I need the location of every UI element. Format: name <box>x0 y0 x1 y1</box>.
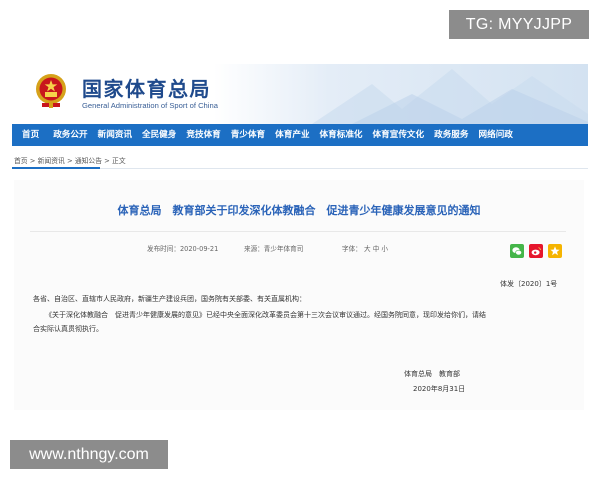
title-divider <box>30 231 566 232</box>
nav-item-sports-culture[interactable]: 体育宣传文化 <box>368 124 430 146</box>
recipients-line: 各省、自治区、直辖市人民政府，新疆生产建设兵团，国务院有关部委、有关直属机构： <box>33 295 306 303</box>
national-emblem-icon[interactable] <box>34 72 68 110</box>
banner-decoration <box>312 69 588 124</box>
breadcrumb[interactable]: 首页 > 新闻资讯 > 通知公告 > 正文 <box>14 155 126 165</box>
nav-item-competitive-sports[interactable]: 竞技体育 <box>181 124 225 146</box>
nav-item-sports-standardization[interactable]: 体育标准化 <box>315 124 368 146</box>
body-line-2: 合实际认真贯彻执行。 <box>33 325 103 333</box>
site-banner: 国家体育总局 General Administration of Sport o… <box>12 64 588 124</box>
watermark-bottom: www.nthngy.com <box>10 440 168 469</box>
wechat-icon[interactable] <box>510 244 524 258</box>
site-title[interactable]: 国家体育总局 <box>82 73 211 102</box>
nav-item-government-affairs[interactable]: 政务公开 <box>48 124 92 146</box>
nav-item-government-services[interactable]: 政务服务 <box>429 124 473 146</box>
watermark-top: TG: MYYJJPP <box>449 10 589 39</box>
main-nav: 首页 政务公开 新闻资讯 全民健身 竞技体育 青少体育 体育产业 体育标准化 体… <box>12 124 588 146</box>
article-title: 体育总局 教育部关于印发深化体教融合 促进青少年健康发展意见的通知 <box>117 204 481 217</box>
page: TG: MYYJJPP 国家体育总局 General Administratio… <box>0 0 600 480</box>
signature: 体育总局 教育部 <box>404 370 460 378</box>
breadcrumb-accent <box>12 167 100 169</box>
nav-item-national-fitness[interactable]: 全民健身 <box>137 124 181 146</box>
article-source: 来源：青少年体育司 <box>244 245 304 253</box>
nav-item-news[interactable]: 新闻资讯 <box>93 124 137 146</box>
nav-item-sports-industry[interactable]: 体育产业 <box>270 124 314 146</box>
nav-item-home[interactable]: 首页 <box>12 124 48 146</box>
site-subtitle: General Administration of Sport of China <box>82 101 218 110</box>
document-number: 体发〔2020〕1号 <box>500 280 558 288</box>
font-size-label: 字体： <box>342 245 362 253</box>
body-line-1: 《关于深化体教融合 促进青少年健康发展的意见》已经中央全面深化改革委员会第十三次… <box>45 311 486 319</box>
weibo-icon[interactable] <box>529 244 543 258</box>
nav-item-youth-sports[interactable]: 青少体育 <box>226 124 270 146</box>
font-size-options[interactable]: 大 中 小 <box>364 243 388 253</box>
nav-item-online-inquiry[interactable]: 网络问政 <box>474 124 518 146</box>
qzone-icon[interactable] <box>548 244 562 258</box>
publish-time: 发布时间：2020-09-21 <box>147 245 219 253</box>
document-date: 2020年8月31日 <box>413 385 466 393</box>
